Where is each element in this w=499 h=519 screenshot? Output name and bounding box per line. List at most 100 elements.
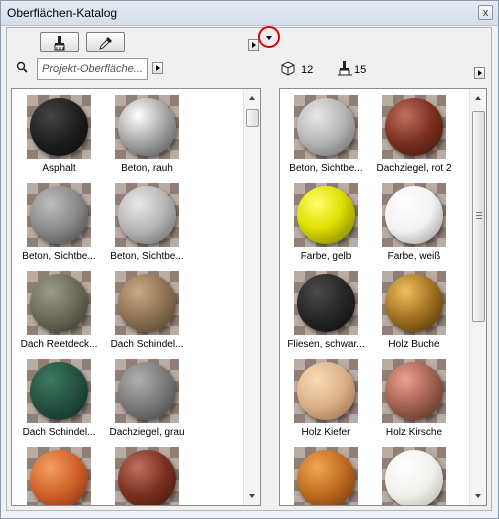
surface-label: Beton, Sichtbe... (289, 163, 363, 174)
surface-label: Dach Reetdeck... (20, 339, 98, 350)
material-sphere (30, 98, 88, 156)
material-preview (115, 447, 179, 505)
material-preview (27, 183, 91, 247)
material-sphere (118, 98, 176, 156)
close-button[interactable]: x (478, 5, 493, 20)
right-scrollbar[interactable] (469, 89, 486, 505)
material-preview (115, 95, 179, 159)
surface-tile[interactable]: Holz Kiefer (282, 359, 370, 443)
material-preview (115, 359, 179, 423)
surface-tile[interactable]: Dach Reetdeck... (15, 271, 103, 355)
surface-tile[interactable]: Dach Schindel... (103, 271, 191, 355)
dropdown-arrow-icon[interactable] (266, 36, 272, 40)
surface-tile[interactable]: Holz Buche (370, 271, 458, 355)
surface-label: Dachziegel, rot 2 (376, 163, 452, 174)
surface-tile[interactable]: Dachziegel, grau (103, 359, 191, 443)
cube-count: 12 (301, 64, 314, 76)
surface-label: Fliesen, schwar... (287, 339, 365, 350)
surface-tile[interactable]: Beton, rauh (103, 95, 191, 179)
material-sphere (385, 98, 443, 156)
material-preview (382, 447, 446, 505)
surface-label: Holz Buche (388, 339, 440, 350)
brush-count: 15 (354, 64, 367, 76)
material-sphere (385, 186, 443, 244)
material-preview (382, 95, 446, 159)
material-sphere (30, 186, 88, 244)
surface-label: Beton, Sichtbe... (110, 251, 184, 262)
material-preview (294, 95, 358, 159)
surface-tile[interactable]: Dach Schindel... (15, 359, 103, 443)
scroll-down-arrow[interactable] (249, 494, 255, 498)
apply-surface-button[interactable] (40, 32, 79, 52)
surface-tile[interactable] (282, 447, 370, 505)
material-sphere (385, 274, 443, 332)
material-preview (27, 447, 91, 505)
scroll-up-arrow[interactable] (249, 96, 255, 100)
surface-search-input[interactable]: Projekt-Oberfläche... (37, 58, 148, 80)
paint-brush-small-icon (338, 61, 352, 76)
surface-label: Farbe, gelb (300, 251, 352, 262)
material-preview (294, 183, 358, 247)
surface-tile[interactable]: Beton, Sichtbe... (103, 183, 191, 267)
surface-label: Asphalt (42, 163, 76, 174)
surface-label: Holz Kiefer (301, 427, 351, 438)
surface-tile[interactable]: Farbe, gelb (282, 183, 370, 267)
material-preview (382, 271, 446, 335)
surface-tile[interactable]: Fliesen, schwar... (282, 271, 370, 355)
surface-tile[interactable]: Asphalt (15, 95, 103, 179)
surface-label: Dachziegel, grau (109, 427, 185, 438)
material-sphere (297, 186, 355, 244)
material-sphere (297, 274, 355, 332)
surface-tile[interactable]: Holz Kirsche (370, 359, 458, 443)
material-sphere (30, 450, 88, 505)
expand-arrow-button[interactable] (248, 39, 259, 51)
cube-icon (281, 61, 295, 76)
surface-tile[interactable]: Beton, Sichtbe... (282, 95, 370, 179)
surface-label: Beton, rauh (121, 163, 173, 174)
surface-tile[interactable]: Farbe, weiß (370, 183, 458, 267)
scroll-thumb[interactable] (472, 111, 485, 322)
material-sphere (385, 450, 443, 505)
search-menu-arrow-button[interactable] (152, 62, 163, 74)
material-sphere (297, 450, 355, 505)
material-preview (294, 271, 358, 335)
catalog-left-panel[interactable]: Asphalt Beton, rauh Beton, Sichtbe... Beton… (11, 88, 261, 506)
title-bar[interactable]: Oberflächen-Katalog x (1, 1, 498, 26)
material-sphere (118, 450, 176, 505)
material-preview (115, 271, 179, 335)
material-preview (27, 271, 91, 335)
material-sphere (30, 362, 88, 420)
surface-tile[interactable]: Beton, Sichtbe... (15, 183, 103, 267)
surface-tile[interactable] (103, 447, 191, 505)
surface-tile[interactable] (15, 447, 103, 505)
search-icon (16, 61, 28, 73)
catalog-right-panel[interactable]: Beton, Sichtbe... Dachziegel, rot 2 Farbe,… (279, 88, 487, 506)
surface-label: Farbe, weiß (387, 251, 441, 262)
scroll-up-arrow[interactable] (475, 96, 481, 100)
window-title: Oberflächen-Katalog (7, 6, 118, 20)
material-preview (115, 183, 179, 247)
material-sphere (30, 274, 88, 332)
surface-label: Dach Schindel... (110, 339, 184, 350)
material-preview (382, 183, 446, 247)
material-sphere (297, 98, 355, 156)
surface-label: Dach Schindel... (22, 427, 96, 438)
material-sphere (297, 362, 355, 420)
surface-label: Beton, Sichtbe... (22, 251, 96, 262)
pick-surface-button[interactable] (86, 32, 125, 52)
material-preview (294, 447, 358, 505)
surface-tile[interactable]: Dachziegel, rot 2 (370, 95, 458, 179)
material-preview (294, 359, 358, 423)
surface-tile[interactable] (370, 447, 458, 505)
surface-label: Holz Kirsche (385, 427, 443, 438)
left-scrollbar[interactable] (243, 89, 260, 505)
material-sphere (118, 274, 176, 332)
material-sphere (118, 186, 176, 244)
right-panel-menu-arrow-button[interactable] (474, 67, 485, 79)
eyedropper-icon (99, 37, 112, 50)
scroll-thumb[interactable] (246, 109, 259, 127)
material-preview (27, 359, 91, 423)
scroll-down-arrow[interactable] (475, 494, 481, 498)
material-sphere (118, 362, 176, 420)
material-preview (382, 359, 446, 423)
